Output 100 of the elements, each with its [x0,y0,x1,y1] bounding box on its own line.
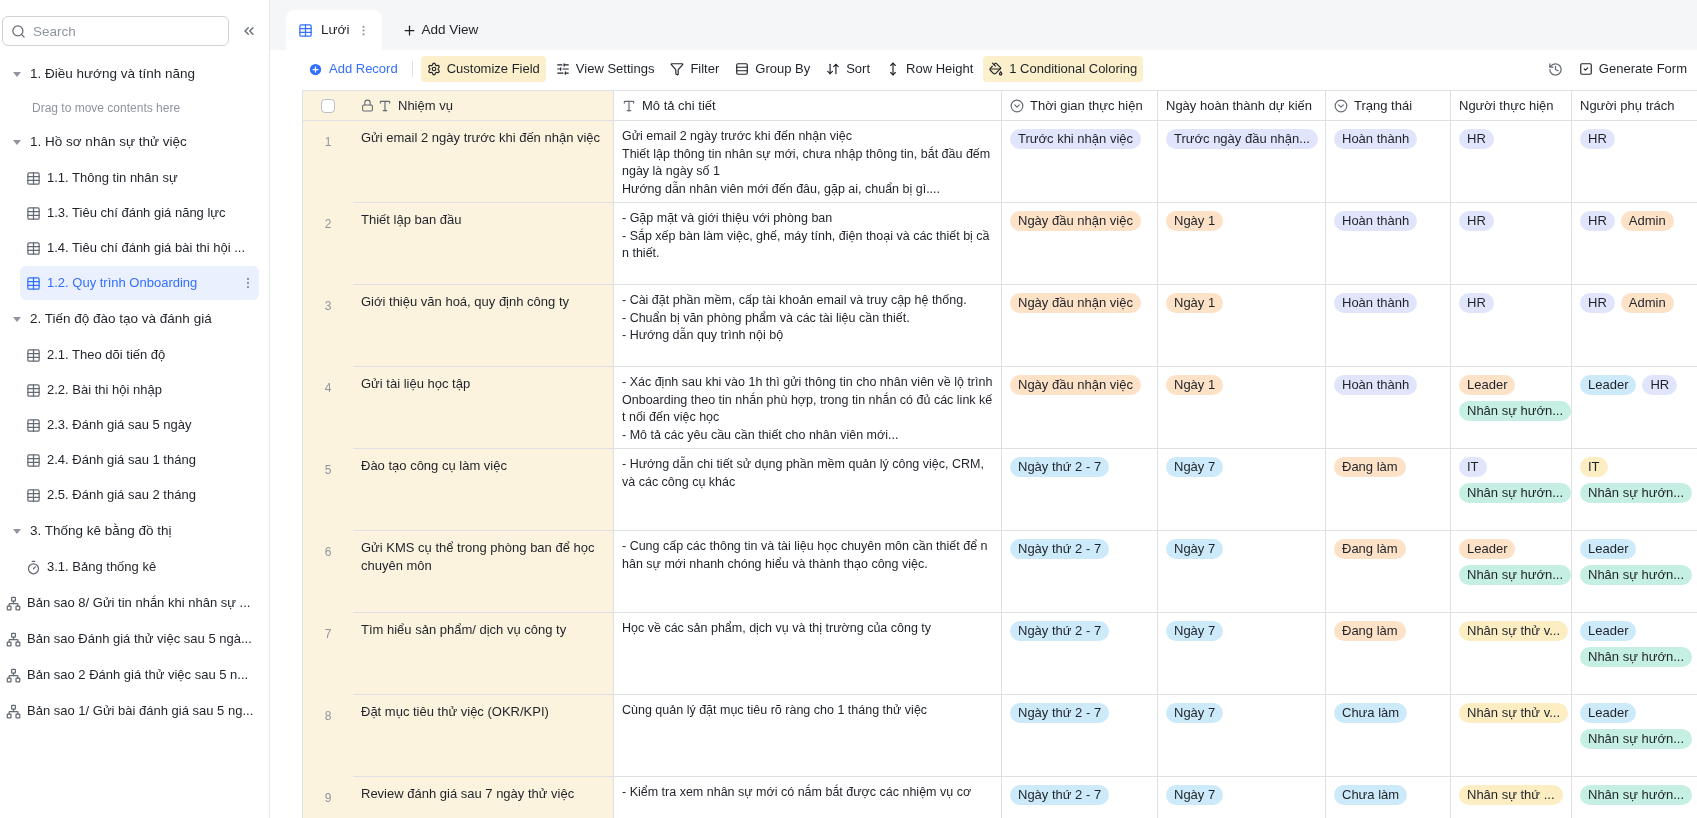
tag: Ngày 7 [1166,785,1224,805]
column-header[interactable]: Mô tả chi tiết [642,95,716,116]
table-icon [26,170,41,186]
sidebar-item[interactable]: 1.4. Tiêu chí đánh giá bài thi hội ... [20,231,259,265]
plus-circle-icon [308,61,323,77]
sidebar-item[interactable]: 1.1. Thông tin nhân sự [20,161,259,195]
sidebar-item[interactable]: Bản sao Đánh giá thử việc sau 5 ngà... [0,622,259,656]
tag: Hoàn thành [1334,375,1418,395]
tag: IT [1459,457,1487,477]
tag: Nhân sự hướn... [1459,483,1572,503]
task-description: - Xác định sau khi vào 1h thì gửi thông tin cho nhân viên về lộ trình Onboarding theo tin nhắn phù hợp, trong tin nhắn có đủ các link kết nối đến việc học - Mô tả các yêu cầu cần thiết cho nhân viên mới... [622,374,993,444]
select-all-checkbox[interactable] [321,98,335,113]
tag: Ngày đầu nhận việc [1010,211,1141,231]
task-name: Đặt mục tiêu thử việc (OKR/KPI) [361,703,550,721]
tag: Nhân sự hướn... [1459,401,1572,421]
tag: Nhân sự thứ ... [1459,785,1563,805]
table-icon [26,347,41,363]
caret-icon[interactable] [12,526,22,536]
sidebar-item[interactable]: 2.4. Đánh giá sau 1 tháng [20,443,259,477]
table-icon [26,275,41,291]
lock-icon [361,99,374,112]
add-view-button[interactable]: Add View [390,10,491,50]
tag: Leader [1580,375,1637,395]
tag: Đang làm [1334,539,1406,559]
sidebar-item[interactable]: 1.3. Tiêu chí đánh giá năng lực [20,196,259,230]
tag: Nhân sự hướn... [1459,565,1572,585]
tag: Ngày thứ 2 - 7 [1010,457,1110,477]
task-description: - Kiểm tra xem nhân sự mới có nắm bắt được các nhiệm vụ cơ [622,784,973,801]
toolbar-button[interactable]: 1 Conditional Coloring [983,56,1144,82]
tag: Ngày 7 [1166,621,1224,641]
tag: Nhân sự thử v... [1459,703,1569,723]
sidebar-item[interactable]: Bản sao 8/ Gửi tin nhắn khi nhân sự ... [0,586,259,620]
tag: Ngày 7 [1166,703,1224,723]
task-name: Gửi tài liệu học tập [361,375,472,393]
toolbar-button[interactable]: Add Record [302,56,404,82]
caret-icon[interactable] [12,137,22,147]
history-icon[interactable] [1547,61,1563,77]
column-header[interactable]: Ngày hoàn thành dự kiến [1166,95,1313,116]
search-field[interactable]: Search [2,16,229,46]
column-header[interactable]: Trạng thái [1354,95,1413,116]
sidebar-item[interactable]: 3.1. Bảng thống kê [20,550,259,584]
sidebar-group[interactable]: 3. Thống kê bằng đồ thị [30,520,172,542]
sidebar-item[interactable]: 2.2. Bài thi hội nhập [20,373,259,407]
view-tab[interactable]: Lưới [286,10,383,50]
tag: HR [1580,293,1615,313]
tag: HR [1459,129,1494,149]
network-icon [6,667,21,683]
caret-icon[interactable] [12,69,22,79]
rows-icon [735,62,750,76]
tag: HR [1459,293,1494,313]
sidebar-item[interactable]: Bản sao 2 Đánh giá thử việc sau 5 n... [0,658,259,692]
tag: Admin [1620,211,1674,231]
sidebar-item[interactable]: 2.3. Đánh giá sau 5 ngày [20,408,259,442]
plus-icon [402,22,418,38]
toolbar-button[interactable]: Row Height [880,56,980,82]
sort-icon [826,62,841,76]
task-description: Gửi email 2 ngày trước khi đến nhận việc Thiết lập thông tin nhân sự mới, chưa nhập thông tin, bắt đầu đếm ngày là ngày số 1 Hướng dẫn nhân viên mới đến đâu, gặp ai, chuẩn bị gì.... [622,128,992,198]
sidebar-item[interactable]: 2.5. Đánh giá sau 2 tháng [20,478,259,512]
network-icon [6,631,21,647]
task-name: Gửi KMS cụ thể trong phòng ban để học chuyên môn [361,539,596,574]
toolbar-button[interactable]: Customize Field [420,56,546,82]
table-icon [26,205,41,221]
sidebar-item[interactable]: 1.2. Quy trình Onboarding [20,266,259,300]
toolbar-button[interactable]: View Settings [549,56,661,82]
task-name: Thiết lập ban đầu [361,211,463,229]
network-icon [6,703,21,719]
column-header[interactable]: Thời gian thực hiện [1030,95,1143,116]
column-header[interactable]: Nhiệm vụ [398,95,453,116]
tag: HR [1459,211,1494,231]
column-header[interactable]: Người phụ trách [1580,95,1675,116]
task-name: Gửi email 2 ngày trước khi đến nhận việc [361,129,602,147]
task-description: - Cài đặt phần mềm, cấp tài khoản email và truy cập hệ thống. - Chuẩn bị văn phòng phẩm và các tài liệu cần thiết. - Hướng dẫn quy trình nội bộ [622,292,968,344]
sidebar-group[interactable]: 2. Tiến độ đào tạo và đánh giá [30,308,212,330]
tag: Chưa làm [1334,703,1408,723]
generate-form-button[interactable]: Generate Form [1578,59,1687,79]
tag: Leader [1580,703,1637,723]
caret-icon[interactable] [12,314,22,324]
sidebar-item[interactable]: Bản sao 1/ Gửi bài đánh giá sau 5 ng... [0,694,259,728]
toolbar-button[interactable]: Sort [820,56,877,82]
tag: Ngày 1 [1166,293,1224,313]
row-number: 5 [324,463,332,477]
sidebar-item[interactable]: 2.1. Theo dõi tiến độ [20,338,259,372]
select-icon [1334,98,1348,113]
filter-icon [670,62,685,76]
row-number: 7 [324,627,332,641]
tag: Trước ngày đầu nhận... [1166,129,1318,149]
column-header[interactable]: Người thực hiện [1459,95,1554,116]
tag: Leader [1459,539,1516,559]
toolbar-button[interactable]: Filter [664,56,726,82]
tag: Đang làm [1334,621,1406,641]
tag: Ngày thứ 2 - 7 [1010,621,1110,641]
toolbar-button[interactable]: Group By [729,56,817,82]
sidebar-group[interactable]: 1. Hồ sơ nhân sự thử việc [30,131,187,153]
tag: HR [1580,211,1615,231]
table-icon [26,452,41,468]
tag: Nhân sự hướn... [1580,729,1693,749]
settings-icon [426,62,441,76]
text-icon [378,98,392,113]
sidebar-group[interactable]: 1. Điều hướng và tính năng [30,63,195,85]
checkbox-icon [1578,62,1593,76]
